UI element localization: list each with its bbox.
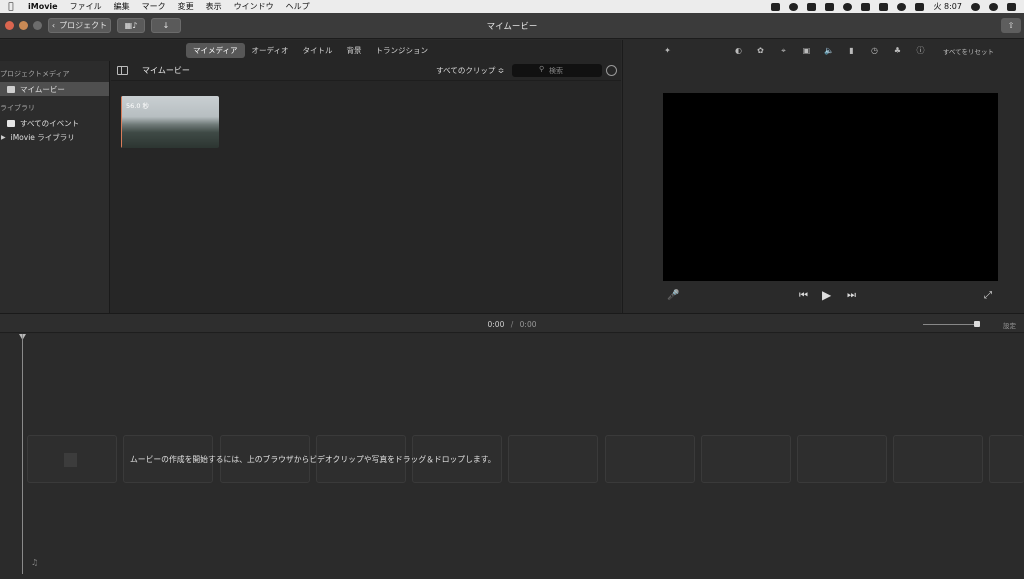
sync-icon[interactable] [789, 2, 799, 11]
skip-back-icon[interactable]: ⏮ [799, 290, 808, 301]
browser-tabs: マイメディア オーディオ タイトル 背景 トランジション [0, 40, 621, 61]
menu-mark[interactable]: マーク [136, 1, 172, 12]
battery-icon[interactable] [879, 2, 889, 11]
menu-file[interactable]: ファイル [64, 1, 108, 12]
magic-wand-icon[interactable]: ✦ [663, 46, 672, 55]
content-toolbar: マイムービー すべてのクリップ ≎ ⚲ 検索 [111, 61, 621, 81]
spotlight-icon[interactable] [971, 2, 980, 11]
film-icon [64, 453, 77, 467]
stabilization-icon[interactable]: ▣ [802, 46, 811, 55]
share-icon: ⇧ [1007, 21, 1015, 30]
placeholder-slot [508, 435, 598, 483]
playhead[interactable] [22, 334, 23, 574]
microphone-icon[interactable]: 🎤 [667, 290, 679, 301]
zoom-slider-track[interactable] [923, 324, 979, 325]
content-title: マイムービー [142, 66, 190, 75]
menu-bar:  iMovie ファイル 編集 マーク 変更 表示 ウインドウ ヘルプ 火 8… [0, 0, 1024, 13]
timecode: 0:00 / 0:00 [0, 320, 1024, 329]
timeline-settings-button[interactable]: 設定 [1003, 320, 1016, 330]
timeline-toolbar: 0:00 / 0:00 設定 [0, 313, 1024, 333]
sidebar-toggle-icon[interactable] [117, 66, 128, 75]
equalizer-icon[interactable]: ▮ [847, 46, 856, 55]
cloud-icon[interactable] [843, 2, 853, 11]
placeholder-slot [27, 435, 117, 483]
video-preview[interactable] [663, 93, 998, 281]
toggle-icon[interactable] [861, 2, 871, 11]
sidebar-item-my-movie[interactable]: マイムービー [0, 82, 109, 96]
pin-icon[interactable] [825, 2, 835, 11]
input-source-icon[interactable] [915, 2, 925, 11]
placeholder-slot [989, 435, 1024, 483]
info-icon[interactable]: ⓘ [916, 46, 925, 55]
tab-audio[interactable]: オーディオ [245, 43, 296, 58]
window-title: マイムービー [486, 22, 538, 32]
sidebar-section-project: プロジェクトメディア [0, 70, 70, 78]
sidebar-section-library: ライブラリ [0, 104, 35, 112]
search-field[interactable]: ⚲ 検索 [512, 64, 602, 77]
tab-backgrounds[interactable]: 背景 [339, 43, 368, 58]
star-icon [7, 119, 15, 127]
media-browser: マイメディア オーディオ タイトル 背景 トランジション プロジェクトメディア … [0, 40, 621, 313]
current-time: 0:00 [487, 320, 505, 329]
media-content: マイムービー すべてのクリップ ≎ ⚲ 検索 56.0 秒 [111, 61, 621, 313]
notification-center-icon[interactable] [1007, 2, 1016, 11]
sidebar-item-imovie-library[interactable]: ▶ iMovie ライブラリ [0, 130, 109, 144]
placeholder-slot [701, 435, 791, 483]
sidebar-item-label: すべてのイベント [20, 118, 80, 128]
placeholder-slot [893, 435, 983, 483]
filter-icon[interactable]: ♣ [893, 46, 902, 55]
menu-help[interactable]: ヘルプ [280, 1, 316, 12]
apple-menu-icon[interactable]:  [0, 2, 22, 12]
play-icon[interactable]: ▶ [822, 288, 831, 302]
clip-used-marker [121, 96, 122, 148]
timeline[interactable]: ムービーの作成を開始するには、上のブラウザからビデオクリップや写真をドラッグ＆ド… [0, 334, 1024, 579]
menu-window[interactable]: ウインドウ [228, 1, 280, 12]
sidebar-item-label: iMovie ライブラリ [10, 132, 75, 142]
menu-app[interactable]: iMovie [22, 2, 64, 11]
window-titlebar: ‹ プロジェクト ▦♪ ↓ マイムービー ⇧ [0, 13, 1024, 39]
time-separator: / [510, 320, 514, 329]
volume-icon[interactable]: 🔈 [824, 46, 834, 55]
search-placeholder: 検索 [549, 66, 563, 75]
menu-view[interactable]: 表示 [200, 1, 228, 12]
timeline-drop-hint: ムービーの作成を開始するには、上のブラウザからビデオクリップや写真をドラッグ＆ド… [130, 455, 496, 464]
viewer-panel: ✦ ◐ ✿ ⌖ ▣ 🔈 ▮ ◷ ♣ ⓘ すべてをリセット 🎤 ⏮ ▶ ⏭ ⤢ [622, 40, 1024, 313]
fullscreen-icon[interactable]: ⤢ [984, 290, 992, 301]
user-icon[interactable] [989, 2, 998, 11]
tab-my-media[interactable]: マイメディア [186, 43, 245, 58]
menu-modify[interactable]: 変更 [172, 1, 200, 12]
zoom-slider-knob[interactable] [974, 321, 980, 327]
libraries-sidebar: プロジェクトメディア マイムービー ライブラリ すべてのイベント ▶ iMovi… [0, 61, 110, 313]
tab-titles[interactable]: タイトル [295, 43, 339, 58]
share-button[interactable]: ⇧ [1001, 18, 1021, 33]
airplay-icon[interactable] [771, 2, 781, 11]
tab-transitions[interactable]: トランジション [368, 43, 435, 58]
disclosure-triangle-icon[interactable]: ▶ [1, 134, 6, 141]
total-time: 0:00 [519, 320, 537, 329]
color-correction-icon[interactable]: ✿ [756, 46, 765, 55]
skip-forward-icon[interactable]: ⏭ [847, 290, 856, 301]
clapboard-icon [7, 85, 15, 93]
music-note-icon: ♫ [31, 558, 39, 567]
search-icon: ⚲ [539, 65, 545, 73]
clip-filter-select[interactable]: すべてのクリップ ≎ [436, 65, 504, 76]
sidebar-item-all-events[interactable]: すべてのイベント [0, 116, 109, 130]
sidebar-item-label: マイムービー [20, 84, 65, 94]
placeholder-slot [797, 435, 887, 483]
clip-thumbnail[interactable]: 56.0 秒 [121, 96, 219, 148]
placeholder-slot [605, 435, 695, 483]
speed-icon[interactable]: ◷ [870, 46, 879, 55]
menubar-clock[interactable]: 火 8:07 [933, 1, 962, 12]
timemachine-icon[interactable] [807, 2, 817, 11]
color-balance-icon[interactable]: ◐ [734, 46, 743, 55]
reset-all-button[interactable]: すべてをリセット [943, 46, 994, 56]
gear-icon[interactable] [606, 65, 617, 76]
wifi-icon[interactable] [897, 2, 907, 11]
menu-edit[interactable]: 編集 [108, 1, 136, 12]
crop-icon[interactable]: ⌖ [779, 46, 788, 55]
clip-duration: 56.0 秒 [126, 102, 150, 110]
